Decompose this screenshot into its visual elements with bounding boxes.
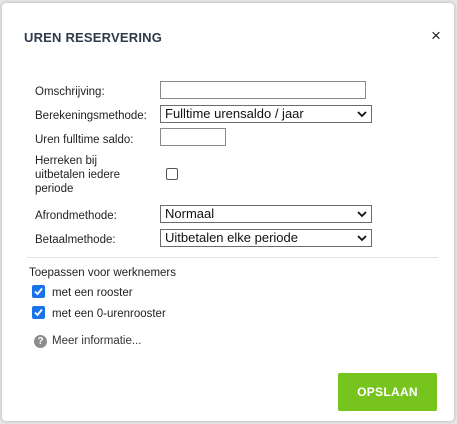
- meer-informatie-link[interactable]: Meer informatie...: [52, 335, 141, 347]
- herreken-checkbox[interactable]: [166, 168, 178, 180]
- chevron-down-icon: [357, 235, 367, 242]
- question-circle-icon[interactable]: ?: [34, 335, 47, 348]
- betaalmethode-select[interactable]: Uitbetalen elke periode: [160, 229, 372, 247]
- afrondmethode-value: Normaal: [165, 206, 215, 221]
- uren-fulltime-saldo-input[interactable]: [160, 128, 226, 146]
- save-button[interactable]: OPSLAAN: [338, 373, 437, 411]
- met-een-rooster-checkbox[interactable]: [32, 285, 45, 298]
- uren-reservering-dialog: UREN RESERVERING × Omschrijving: Bereken…: [2, 3, 454, 421]
- berekeningsmethode-label: Berekeningsmethode:: [35, 110, 147, 122]
- met-een-0-urenrooster-label: met een 0-urenrooster: [52, 308, 166, 320]
- section-divider: [27, 257, 438, 258]
- afrondmethode-label: Afrondmethode:: [35, 210, 117, 222]
- uren-fulltime-saldo-label: Uren fulltime saldo:: [35, 134, 134, 146]
- dialog-title: UREN RESERVERING: [24, 30, 163, 45]
- met-een-rooster-label: met een rooster: [52, 287, 133, 299]
- betaalmethode-label: Betaalmethode:: [35, 234, 116, 246]
- checkmark-icon: [34, 287, 43, 296]
- berekeningsmethode-value: Fulltime urensaldo / jaar: [165, 106, 304, 121]
- omschrijving-input[interactable]: [160, 81, 366, 99]
- close-icon[interactable]: ×: [429, 27, 443, 44]
- toepassen-heading: Toepassen voor werknemers: [29, 267, 177, 279]
- herreken-label-line2: uitbetalen iedere: [35, 169, 121, 181]
- checkmark-icon: [34, 308, 43, 317]
- omschrijving-label: Omschrijving:: [35, 86, 105, 98]
- chevron-down-icon: [357, 211, 367, 218]
- berekeningsmethode-select[interactable]: Fulltime urensaldo / jaar: [160, 105, 372, 123]
- betaalmethode-value: Uitbetalen elke periode: [165, 230, 298, 245]
- herreken-label-line1: Herreken bij: [35, 155, 97, 167]
- herreken-label: Herreken bij uitbetalen iedere periode: [35, 154, 120, 196]
- met-een-0-urenrooster-checkbox[interactable]: [32, 306, 45, 319]
- afrondmethode-select[interactable]: Normaal: [160, 205, 372, 223]
- chevron-down-icon: [357, 111, 367, 118]
- herreken-label-line3: periode: [35, 183, 74, 195]
